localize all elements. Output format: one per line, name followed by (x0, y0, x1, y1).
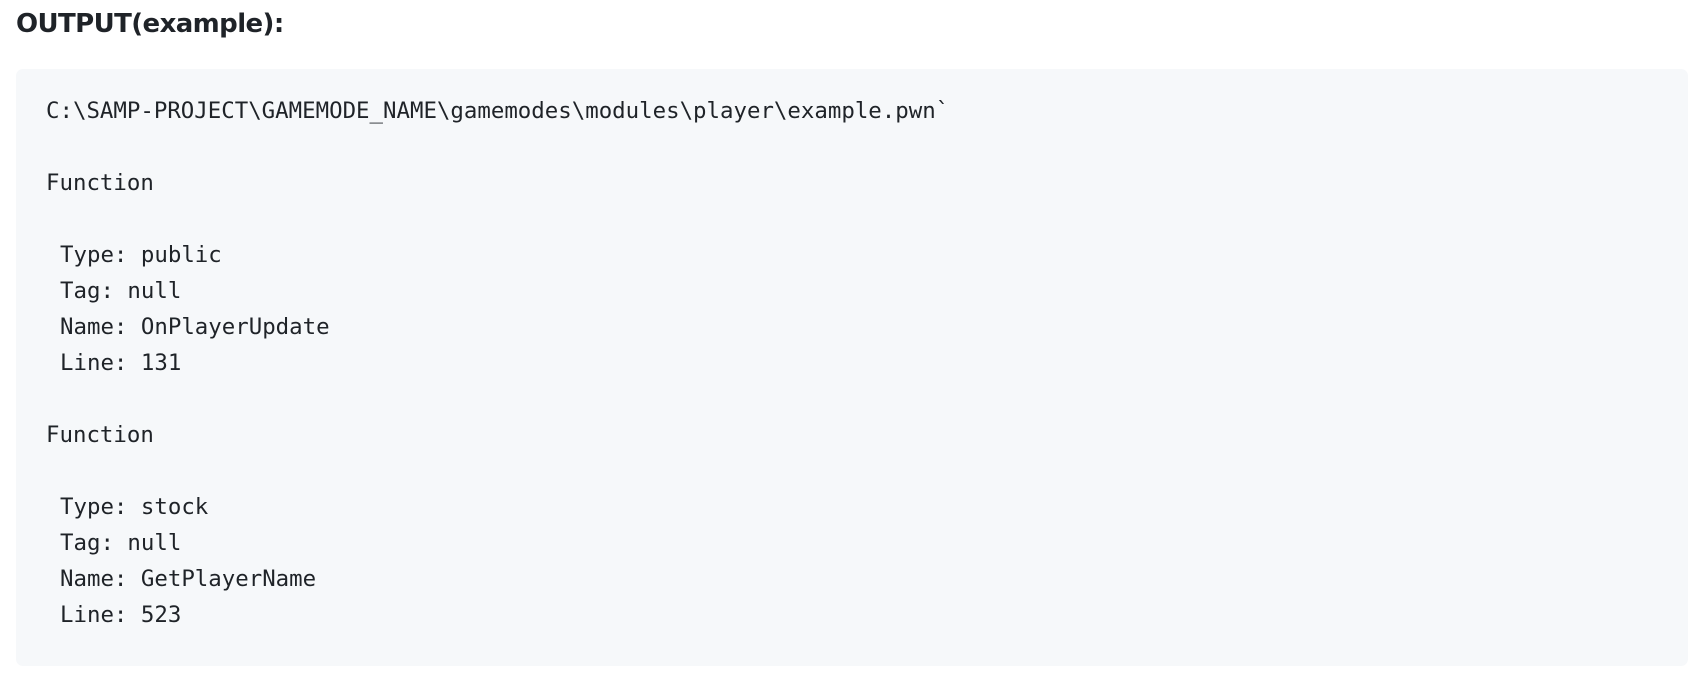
function-name: Name: OnPlayerUpdate (60, 314, 330, 340)
function-line: Line: 131 (60, 350, 182, 376)
function-name: Name: GetPlayerName (60, 566, 317, 592)
function-type: Type: public (60, 242, 222, 268)
function-tag: Tag: null (60, 530, 182, 556)
section-heading: OUTPUT(example): (16, 9, 284, 39)
function-tag: Tag: null (60, 278, 182, 304)
function-label: Function (46, 422, 154, 448)
function-type: Type: stock (60, 494, 209, 520)
function-label: Function (46, 170, 154, 196)
function-line: Line: 523 (60, 602, 182, 628)
file-path-line: C:\SAMP-PROJECT\GAMEMODE_NAME\gamemodes\… (46, 98, 950, 124)
code-block: C:\SAMP-PROJECT\GAMEMODE_NAME\gamemodes\… (16, 69, 1688, 666)
